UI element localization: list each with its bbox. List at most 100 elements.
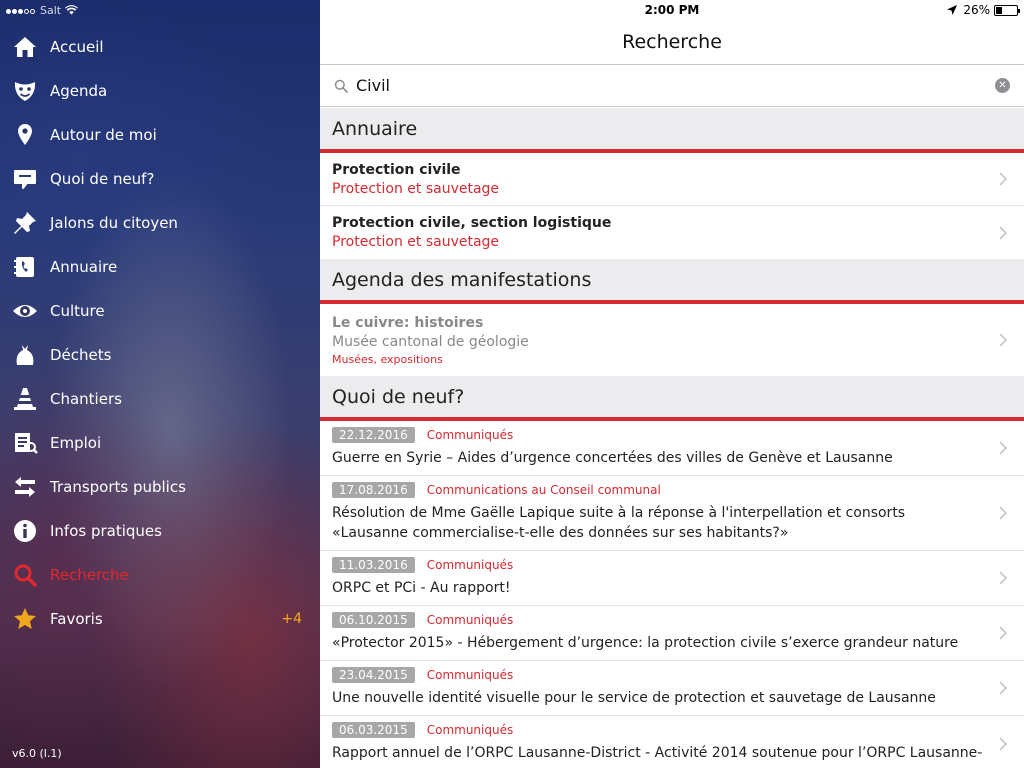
sidebar: Salt Accueil Agenda Autour de moi Quoi d…: [0, 0, 320, 768]
chevron-right-icon: [999, 506, 1008, 520]
sidebar-item-label: Culture: [50, 302, 105, 320]
sidebar-item-emploi[interactable]: Emploi: [0, 421, 320, 465]
battery-percent: 26%: [963, 3, 990, 17]
news-item[interactable]: 06.03.2015 Communiqués Rapport annuel de…: [320, 716, 1024, 768]
sidebar-item-agenda[interactable]: Agenda: [0, 69, 320, 113]
chevron-right-icon: [999, 736, 1008, 751]
item-title: Protection civile, section logistique: [332, 215, 612, 231]
status-bar: 2:00 PM 26%: [320, 0, 1024, 20]
sidebar-item-label: Transports publics: [50, 478, 186, 496]
sidebar-item-label: Autour de moi: [50, 126, 157, 144]
sidebar-item-accueil[interactable]: Accueil: [0, 25, 320, 69]
chevron-right-icon: [999, 626, 1008, 640]
signal-icon: [6, 4, 36, 17]
sidebar-item-label: Déchets: [50, 346, 112, 364]
sidebar-item-jalons-du-citoyen[interactable]: Jalons du citoyen: [0, 201, 320, 245]
nav-bar: Recherche: [320, 20, 1024, 64]
news-item[interactable]: 23.04.2015 Communiqués Une nouvelle iden…: [320, 661, 1024, 716]
search-bar: ✕: [320, 64, 1024, 107]
sidebar-item-recherche[interactable]: Recherche: [0, 553, 320, 597]
info-icon: [11, 517, 39, 545]
news-category: Communiqués: [426, 668, 514, 682]
favorites-count-badge: +4: [281, 611, 302, 627]
date-badge: 06.03.2015: [332, 722, 415, 738]
date-badge: 11.03.2016: [332, 557, 415, 573]
transfer-arrows-icon: [11, 473, 39, 501]
phone-book-icon: [11, 253, 39, 281]
chevron-right-icon: [999, 172, 1008, 186]
news-title: Rapport annuel de l’ORPC Lausanne-Distri…: [332, 745, 983, 761]
date-badge: 22.12.2016: [332, 427, 415, 443]
news-item[interactable]: 06.10.2015 Communiqués «Protector 2015» …: [320, 606, 1024, 661]
list-item[interactable]: Protection civile Protection et sauvetag…: [320, 153, 1024, 206]
chevron-right-icon: [999, 333, 1008, 347]
sidebar-item-favoris[interactable]: Favoris +4: [0, 597, 320, 641]
sidebar-item-chantiers[interactable]: Chantiers: [0, 377, 320, 421]
chevron-right-icon: [999, 225, 1008, 240]
theater-mask-icon: [11, 77, 39, 105]
sidebar-item-annuaire[interactable]: Annuaire: [0, 245, 320, 289]
pushpin-icon: [11, 209, 39, 237]
chevron-right-icon: [999, 571, 1008, 585]
sidebar-item-label: Quoi de neuf?: [50, 170, 155, 188]
sidebar-item-culture[interactable]: Culture: [0, 289, 320, 333]
list-item[interactable]: Le cuivre: histoires Musée cantonal de g…: [320, 304, 1024, 376]
item-subtitle: Musée cantonal de géologie: [332, 333, 529, 350]
sidebar-item-label: Emploi: [50, 434, 102, 452]
clear-search-icon[interactable]: ✕: [995, 78, 1010, 93]
sidebar-item-label: Agenda: [50, 82, 108, 100]
sidebar-item-infos-pratiques[interactable]: Infos pratiques: [0, 509, 320, 553]
eye-icon: [11, 297, 39, 325]
speech-bubble-icon: [11, 165, 39, 193]
sidebar-item-quoi-de-neuf[interactable]: Quoi de neuf?: [0, 157, 320, 201]
news-category: Communications au Conseil communal: [426, 483, 661, 497]
sidebar-item-label: Infos pratiques: [50, 522, 162, 540]
news-meta: 23.04.2015 Communiqués: [332, 667, 984, 683]
search-icon: [11, 561, 39, 589]
date-badge: 17.08.2016: [332, 482, 415, 498]
news-category: Communiqués: [426, 613, 514, 627]
location-pin-icon: [11, 121, 39, 149]
star-icon: [11, 605, 39, 633]
item-subtitle: Protection et sauvetage: [332, 180, 500, 197]
news-item[interactable]: 22.12.2016 Communiqués Guerre en Syrie –…: [320, 421, 1024, 476]
news-category: Communiqués: [426, 723, 514, 737]
item-title: Le cuivre: histoires: [332, 314, 484, 331]
news-meta: 11.03.2016 Communiqués: [332, 557, 984, 573]
item-subtitle: Protection et sauvetage: [332, 234, 500, 250]
chevron-right-icon: [999, 441, 1008, 455]
sidebar-item-label: Favoris: [50, 610, 103, 628]
sidebar-item-autour-de-moi[interactable]: Autour de moi: [0, 113, 320, 157]
news-meta: 22.12.2016 Communiqués: [332, 427, 984, 443]
section-header-annuaire: Annuaire: [320, 108, 1024, 153]
sidebar-item-transports-publics[interactable]: Transports publics: [0, 465, 320, 509]
item-title: Protection civile: [332, 161, 461, 178]
chevron-right-icon: [999, 681, 1008, 695]
search-input[interactable]: [356, 76, 995, 95]
news-title: ORPC et PCi - Au rapport!: [332, 580, 511, 596]
trash-bag-icon: [11, 341, 39, 369]
carrier-name: Salt: [40, 3, 62, 17]
item-category: Musées, expositions: [332, 352, 443, 366]
search-results: Annuaire Protection civile Protection et…: [320, 108, 1024, 768]
sidebar-menu: Accueil Agenda Autour de moi Quoi de neu…: [0, 25, 320, 641]
news-category: Communiqués: [426, 558, 514, 572]
news-meta: 06.10.2015 Communiqués: [332, 612, 984, 628]
sidebar-item-label: Annuaire: [50, 258, 118, 276]
status-time: 2:00 PM: [644, 3, 700, 17]
location-arrow-icon: [947, 5, 958, 15]
job-document-icon: [11, 429, 39, 457]
news-title: Guerre en Syrie – Aides d’urgence concer…: [332, 450, 893, 466]
status-right: 26%: [947, 3, 1020, 17]
news-meta: 17.08.2016 Communications au Conseil com…: [332, 482, 984, 498]
battery-icon: [994, 4, 1020, 16]
search-icon: [334, 79, 348, 93]
date-badge: 23.04.2015: [332, 667, 415, 683]
list-item[interactable]: Protection civile, section logistique Pr…: [320, 206, 1024, 259]
sidebar-item-label: Chantiers: [50, 390, 122, 408]
app: Salt Accueil Agenda Autour de moi Quoi d…: [0, 0, 1024, 768]
news-item[interactable]: 11.03.2016 Communiqués ORPC et PCi - Au …: [320, 551, 1024, 606]
sidebar-item-dechets[interactable]: Déchets: [0, 333, 320, 377]
news-meta: 06.03.2015 Communiqués: [332, 722, 984, 738]
news-item[interactable]: 17.08.2016 Communications au Conseil com…: [320, 476, 1024, 551]
